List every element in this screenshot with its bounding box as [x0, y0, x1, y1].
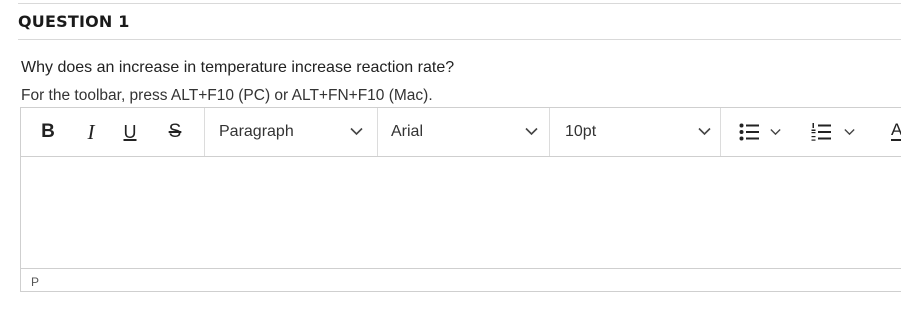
- text-color-button[interactable]: A: [879, 108, 901, 156]
- font-family-value: Arial: [391, 123, 424, 140]
- font-size-value: 10pt: [565, 123, 597, 140]
- underline-icon: U: [123, 121, 137, 142]
- editor-toolbar: B I U S Paragraph Arial 10pt A: [21, 108, 901, 157]
- strikethrough-button[interactable]: S: [157, 108, 193, 156]
- numbered-list-button[interactable]: [801, 108, 863, 156]
- editor-content-area[interactable]: [21, 157, 901, 269]
- bullet-list-button[interactable]: [729, 108, 789, 156]
- bullet-list-icon: [739, 123, 759, 141]
- strikethrough-icon: S: [168, 121, 182, 142]
- block-format-value: Paragraph: [219, 123, 294, 140]
- chevron-down-icon: [698, 127, 711, 136]
- bold-icon: B: [41, 121, 55, 142]
- italic-button[interactable]: I: [74, 108, 108, 156]
- bold-button[interactable]: B: [29, 108, 67, 156]
- element-path[interactable]: P: [31, 275, 39, 289]
- chevron-down-icon: [844, 128, 855, 136]
- rich-text-editor: B I U S Paragraph Arial 10pt A P: [20, 107, 901, 292]
- text-color-icon: A: [891, 120, 901, 141]
- question-text: Why does an increase in temperature incr…: [21, 59, 455, 76]
- question-title: QUESTION 1: [18, 12, 130, 31]
- font-family-select[interactable]: Arial: [378, 108, 549, 156]
- numbered-list-icon: [811, 123, 831, 141]
- question-header: [18, 4, 901, 40]
- block-format-select[interactable]: Paragraph: [205, 108, 377, 156]
- chevron-down-icon: [350, 127, 363, 136]
- toolbar-separator: [720, 108, 721, 156]
- chevron-down-icon: [770, 128, 781, 136]
- chevron-down-icon: [525, 127, 538, 136]
- italic-icon: I: [87, 119, 95, 144]
- editor-statusbar: P: [21, 269, 901, 292]
- toolbar-hint: For the toolbar, press ALT+F10 (PC) or A…: [21, 87, 433, 104]
- underline-button[interactable]: U: [113, 108, 147, 156]
- font-size-select[interactable]: 10pt: [550, 108, 720, 156]
